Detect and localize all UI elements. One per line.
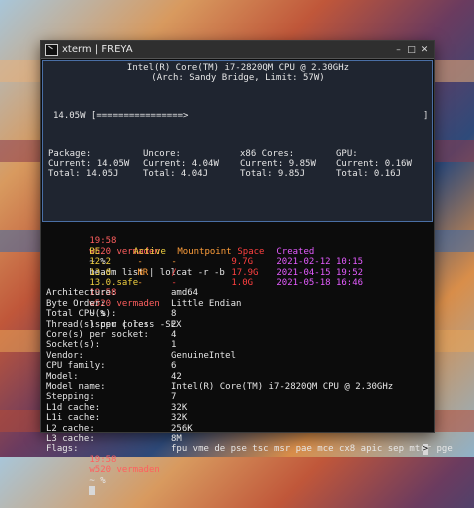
terminal-icon bbox=[45, 43, 58, 56]
prompt-time: 19:58 bbox=[89, 454, 117, 465]
lscpu-value: 8 bbox=[171, 309, 177, 320]
lscpu-row: Model: 42 bbox=[46, 372, 182, 382]
lscpu-row: L1i cache: 32K bbox=[46, 413, 187, 423]
lscpu-key: L1d cache: bbox=[46, 402, 101, 413]
stat-total: Total: 4.04J bbox=[143, 169, 209, 179]
lscpu-key: Socket(s): bbox=[46, 340, 101, 351]
power-bar-end: ] bbox=[423, 111, 429, 121]
stat-label: Package: bbox=[48, 149, 92, 159]
stat-label: GPU: bbox=[336, 149, 358, 159]
scroll-right-indicator: > bbox=[422, 444, 428, 455]
lscpu-key: Thread(s) per core: bbox=[46, 319, 149, 330]
minimize-button[interactable]: – bbox=[393, 44, 404, 55]
lscpu-key: Vendor: bbox=[46, 350, 84, 361]
window-titlebar[interactable]: xterm | FREYA – □ ✕ bbox=[41, 41, 434, 59]
power-bar: 14.05W [================> bbox=[53, 111, 189, 121]
shell-output: 19:58 w520 vermaden ~ % beadm list | lol… bbox=[41, 226, 453, 496]
lscpu-row: CPU family: 6 bbox=[46, 361, 176, 371]
window-title: xterm | FREYA bbox=[62, 44, 133, 55]
lscpu-value: 6 bbox=[171, 361, 177, 372]
lscpu-value: Little Endian bbox=[171, 298, 242, 309]
table-cell: 1.0G bbox=[231, 278, 254, 288]
lscpu-row: Total CPU(s): 8 bbox=[46, 309, 176, 319]
prompt-line: 19:58 w520 vermaden ~ % bbox=[46, 444, 160, 507]
lscpu-key: Core(s) per socket: bbox=[46, 330, 149, 340]
lscpu-row: Socket(s): 1 bbox=[46, 340, 176, 350]
lscpu-value: GenuineIntel bbox=[171, 350, 237, 361]
lscpu-value: 256K bbox=[171, 423, 193, 434]
cpu-arch: (Arch: Sandy Bridge, Limit: 57W) bbox=[151, 73, 325, 83]
stat-label: Uncore: bbox=[143, 149, 181, 159]
lscpu-value: 8M bbox=[171, 434, 182, 444]
text-cursor bbox=[89, 486, 96, 496]
stat-current: Current: 14.05W bbox=[48, 159, 130, 169]
lscpu-value: 32K bbox=[171, 413, 188, 424]
lscpu-row: Architecture: amd64 bbox=[46, 288, 198, 298]
lscpu-row: Byte Order: Little Endian bbox=[46, 299, 241, 309]
lscpu-key: Total CPU(s): bbox=[46, 309, 117, 320]
lscpu-key: Byte Order: bbox=[46, 298, 106, 309]
lscpu-row: Core(s) per socket: 4 bbox=[46, 330, 176, 340]
stat-label: x86 Cores: bbox=[240, 149, 295, 159]
lscpu-key: Architecture: bbox=[46, 288, 117, 299]
stat-current: Current: 4.04W bbox=[143, 159, 219, 169]
stat-current: Current: 9.85W bbox=[240, 159, 316, 169]
lscpu-row: Vendor: GenuineIntel bbox=[46, 351, 236, 361]
lscpu-value: 4 bbox=[171, 330, 177, 340]
lscpu-value: 42 bbox=[171, 371, 182, 382]
lscpu-value: 32K bbox=[171, 402, 188, 413]
lscpu-key: L2 cache: bbox=[46, 423, 95, 434]
lscpu-value: 2 bbox=[171, 319, 177, 330]
lscpu-key: L3 cache: bbox=[46, 434, 95, 444]
lscpu-row: L3 cache: 8M bbox=[46, 434, 182, 444]
lscpu-row: Model name: Intel(R) Core(TM) i7-2820QM C… bbox=[46, 382, 393, 392]
lscpu-row: Thread(s) per core: 2 bbox=[46, 320, 176, 330]
lscpu-row: Stepping: 7 bbox=[46, 392, 176, 402]
lscpu-key: L1i cache: bbox=[46, 413, 101, 424]
lscpu-value: 1 bbox=[171, 340, 177, 351]
lscpu-value: amd64 bbox=[171, 288, 199, 299]
lscpu-value: fpu vme de pse tsc msr pae mce cx8 apic … bbox=[171, 444, 453, 455]
xterm-window[interactable]: xterm | FREYA – □ ✕ Intel(R) Core(TM) i7… bbox=[40, 40, 453, 496]
lscpu-key: Model: bbox=[46, 371, 79, 382]
maximize-button[interactable]: □ bbox=[406, 44, 417, 55]
prompt-user: w520 vermaden bbox=[89, 465, 160, 476]
stat-total: Total: 0.16J bbox=[336, 169, 402, 179]
lscpu-value: 7 bbox=[171, 392, 177, 403]
lscpu-row: L1d cache: 32K bbox=[46, 403, 187, 413]
lscpu-value: Intel(R) Core(TM) i7-2820QM CPU @ 2.30GH… bbox=[171, 382, 394, 392]
stat-current: Current: 0.16W bbox=[336, 159, 412, 169]
lscpu-key: Model name: bbox=[46, 382, 106, 392]
prompt-sign: ~ % bbox=[89, 475, 106, 486]
table-cell: 2021-05-18 16:46 bbox=[276, 278, 364, 288]
lscpu-key: CPU family: bbox=[46, 361, 106, 372]
power-monitor-pane: Intel(R) Core(TM) i7-2820QM CPU @ 2.30GH… bbox=[42, 60, 433, 222]
lscpu-key: Stepping: bbox=[46, 392, 95, 403]
stat-total: Total: 9.85J bbox=[240, 169, 306, 179]
lscpu-row: L2 cache: 256K bbox=[46, 424, 193, 434]
cpu-name: Intel(R) Core(TM) i7-2820QM CPU @ 2.30GH… bbox=[126, 63, 350, 73]
close-button[interactable]: ✕ bbox=[419, 44, 430, 55]
stat-total: Total: 14.05J bbox=[48, 169, 119, 179]
terminal-area[interactable]: Intel(R) Core(TM) i7-2820QM CPU @ 2.30GH… bbox=[41, 60, 453, 496]
